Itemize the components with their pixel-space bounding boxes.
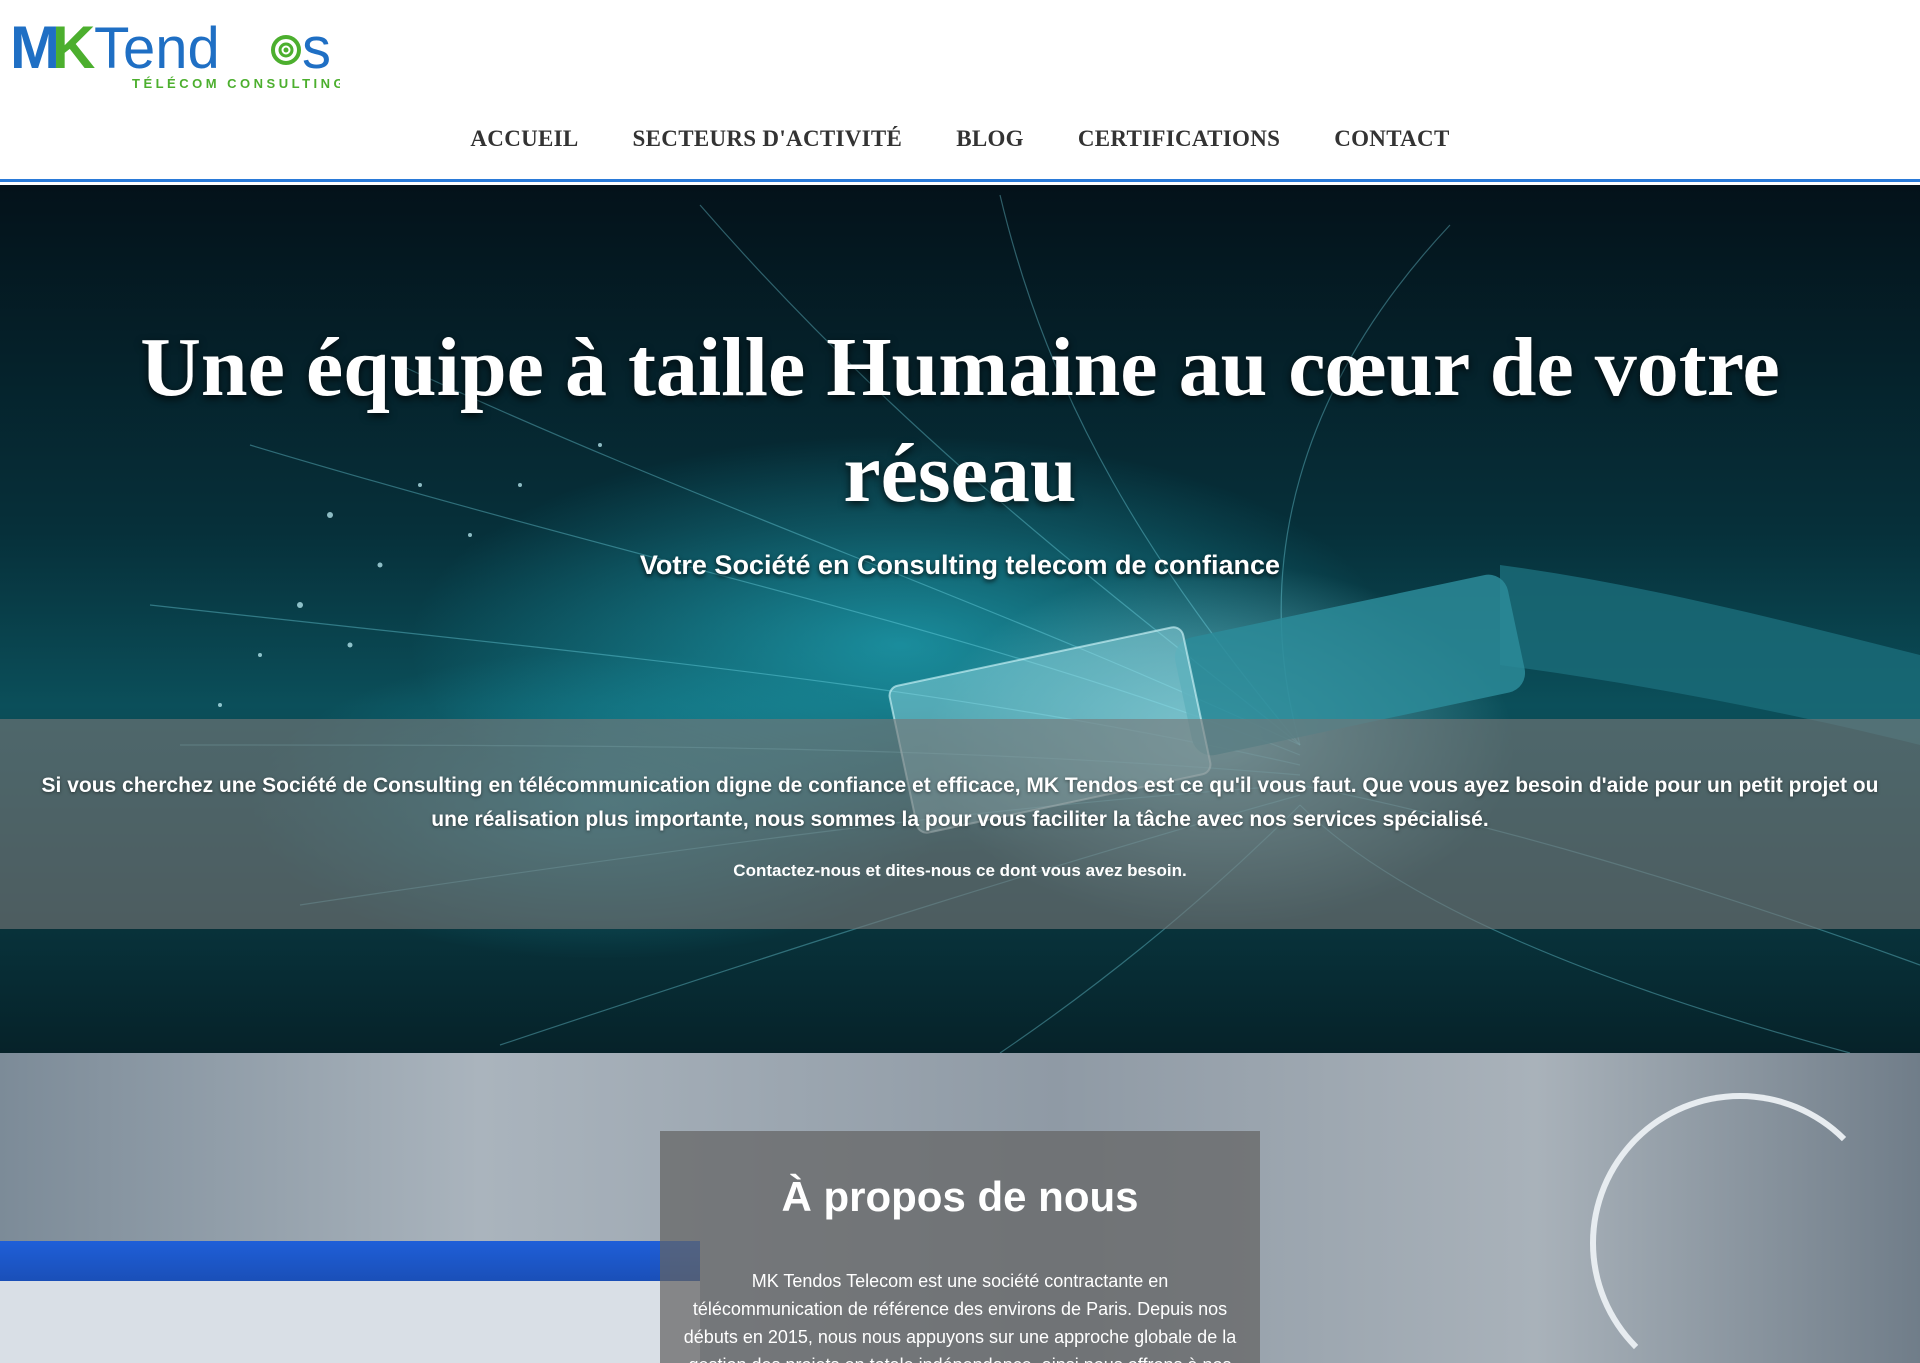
background-cable xyxy=(1590,1093,1890,1363)
nav-item-certifications[interactable]: CERTIFICATIONS xyxy=(1051,126,1307,152)
nav-item-contact[interactable]: CONTACT xyxy=(1307,126,1476,152)
svg-text:M: M xyxy=(10,14,58,81)
svg-text:K: K xyxy=(52,14,95,81)
hero-title: Une équipe à taille Humaine au cœur de v… xyxy=(140,321,1780,520)
background-equipment-panel xyxy=(0,1281,700,1363)
nav-item-accueil[interactable]: ACCUEIL xyxy=(443,126,605,152)
about-title: À propos de nous xyxy=(781,1173,1139,1220)
main-nav: ACCUEIL SECTEURS D'ACTIVITÉ BLOG CERTIFI… xyxy=(0,126,1920,152)
about-text: MK Tendos Telecom est une société contra… xyxy=(683,1271,1237,1363)
svg-text:s: s xyxy=(302,16,331,81)
hero-section: Une équipe à taille Humaine au cœur de v… xyxy=(0,185,1920,1053)
nav-item-blog[interactable]: BLOG xyxy=(929,126,1051,152)
svg-text:Tend: Tend xyxy=(94,16,220,81)
intro-text: Si vous cherchez une Société de Consulti… xyxy=(41,774,1879,831)
logo-tagline: TÉLÉCOM CONSULTING xyxy=(132,76,340,90)
hero-subtitle: Votre Société en Consulting telecom de c… xyxy=(639,550,1281,580)
background-equipment xyxy=(0,1241,700,1281)
about-card: À propos de nous MK Tendos Telecom est u… xyxy=(660,1131,1260,1363)
about-section: À propos de nous MK Tendos Telecom est u… xyxy=(0,1053,1920,1363)
site-logo[interactable]: M K Tend s TÉLÉCOM CONSULTING xyxy=(10,10,340,90)
site-header: M K Tend s TÉLÉCOM CONSULTING ACCUEIL SE… xyxy=(0,0,1920,182)
contact-cta-text: Contactez-nous et dites-nous ce dont vou… xyxy=(733,861,1187,880)
nav-item-secteurs[interactable]: SECTEURS D'ACTIVITÉ xyxy=(606,126,930,152)
intro-band: Si vous cherchez une Société de Consulti… xyxy=(0,719,1920,929)
